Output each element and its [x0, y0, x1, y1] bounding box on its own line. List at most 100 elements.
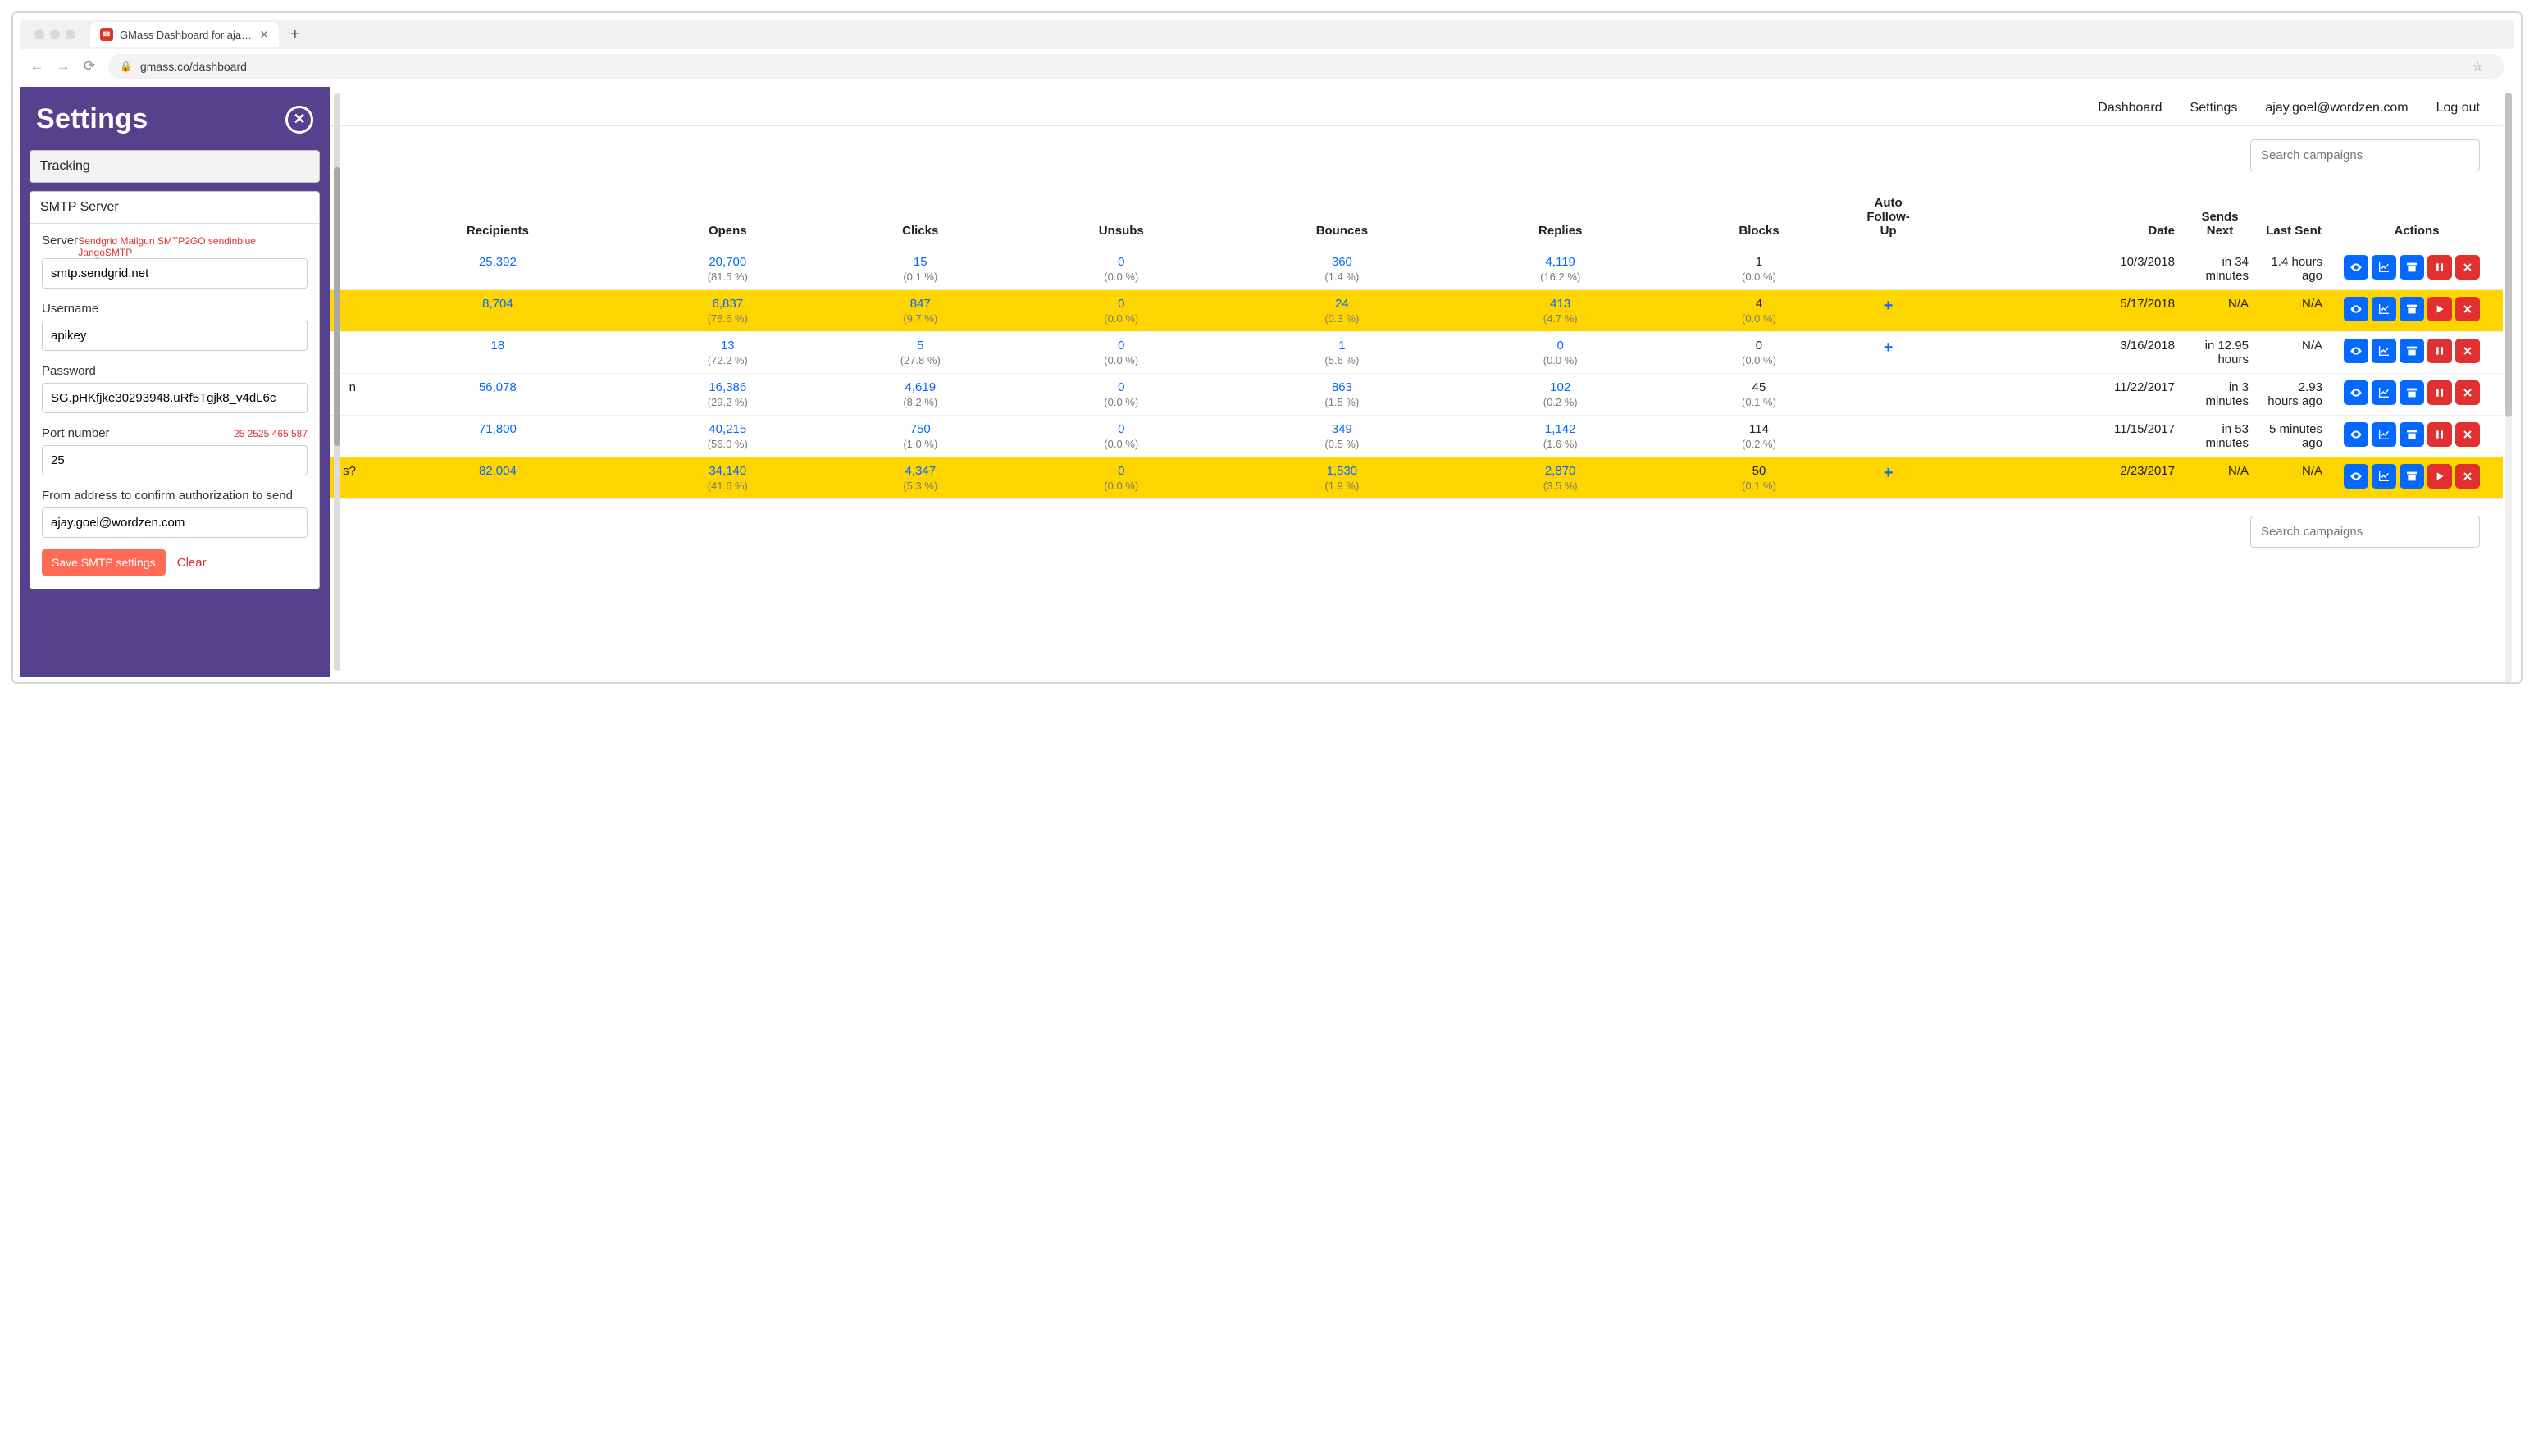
- metric-value[interactable]: 5: [832, 339, 1009, 353]
- action-cancel-icon[interactable]: [2455, 380, 2480, 405]
- metric-value[interactable]: 2,870: [1466, 464, 1654, 478]
- metric-value[interactable]: 4: [1670, 297, 1847, 311]
- th-bounces[interactable]: Bounces: [1226, 188, 1458, 248]
- metric-value[interactable]: 0: [1025, 255, 1218, 269]
- metric-value[interactable]: 40,215: [640, 422, 816, 436]
- metric-value[interactable]: 13: [640, 339, 816, 353]
- table-row[interactable]: 25,39220,700(81.5 %)15(0.1 %)0(0.0 %)360…: [20, 248, 2503, 290]
- metric-value[interactable]: 34,140: [640, 464, 816, 478]
- table-row[interactable]: 1813(72.2 %)5(27.8 %)0(0.0 %)1(5.6 %)0(0…: [20, 332, 2503, 374]
- action-view-icon[interactable]: [2344, 339, 2368, 363]
- metric-value[interactable]: 8,704: [372, 297, 623, 311]
- action-pause-icon[interactable]: [2427, 339, 2452, 363]
- action-report-icon[interactable]: [2372, 339, 2396, 363]
- th-blocks[interactable]: Blocks: [1662, 188, 1855, 248]
- metric-value[interactable]: 15: [832, 255, 1009, 269]
- traffic-light-min[interactable]: [50, 30, 60, 39]
- auto-follow-up-add[interactable]: +: [1884, 297, 1894, 315]
- input-from-address[interactable]: [42, 507, 308, 538]
- th-sends-next[interactable]: Sends Next: [2183, 188, 2257, 248]
- th-auto-follow-up[interactable]: Auto Follow-Up: [1856, 188, 1921, 248]
- nav-user-email[interactable]: ajay.goel@wordzen.com: [2265, 101, 2408, 116]
- search-campaigns-input[interactable]: [2250, 139, 2480, 171]
- th-unsubs[interactable]: Unsubs: [1017, 188, 1226, 248]
- table-row[interactable]: 71,80040,215(56.0 %)750(1.0 %)0(0.0 %)34…: [20, 416, 2503, 457]
- metric-value[interactable]: 16,386: [640, 380, 816, 394]
- metric-value[interactable]: 0: [1670, 339, 1847, 353]
- metric-value[interactable]: 1: [1670, 255, 1847, 269]
- metric-value[interactable]: 71,800: [372, 422, 623, 436]
- action-view-icon[interactable]: [2344, 255, 2368, 280]
- nav-dashboard[interactable]: Dashboard: [2098, 101, 2162, 116]
- metric-value[interactable]: 413: [1466, 297, 1654, 311]
- bookmark-star-icon[interactable]: ☆: [2472, 59, 2483, 74]
- metric-value[interactable]: 1,530: [1234, 464, 1450, 478]
- metric-value[interactable]: 4,119: [1466, 255, 1654, 269]
- metric-value[interactable]: 0: [1466, 339, 1654, 353]
- metric-value[interactable]: 360: [1234, 255, 1450, 269]
- action-cancel-icon[interactable]: [2455, 339, 2480, 363]
- metric-value[interactable]: 0: [1025, 464, 1218, 478]
- nav-forward-icon[interactable]: →: [56, 58, 71, 75]
- nav-logout[interactable]: Log out: [2436, 101, 2480, 116]
- table-row[interactable]: s?82,00434,140(41.6 %)4,347(5.3 %)0(0.0 …: [20, 457, 2503, 499]
- action-view-icon[interactable]: [2344, 380, 2368, 405]
- new-tab-button[interactable]: +: [279, 25, 312, 44]
- metric-value[interactable]: 0: [1025, 422, 1218, 436]
- metric-value[interactable]: 114: [1670, 422, 1847, 436]
- action-report-icon[interactable]: [2372, 255, 2396, 280]
- metric-value[interactable]: 18: [372, 339, 623, 353]
- nav-back-icon[interactable]: ←: [30, 58, 44, 75]
- metric-value[interactable]: 6,837: [640, 297, 816, 311]
- action-archive-icon[interactable]: [2400, 464, 2424, 489]
- th-last-sent[interactable]: Last Sent: [2257, 188, 2331, 248]
- metric-value[interactable]: 750: [832, 422, 1009, 436]
- action-pause-icon[interactable]: [2427, 422, 2452, 447]
- settings-scrollbar[interactable]: [334, 93, 340, 671]
- metric-value[interactable]: 847: [832, 297, 1009, 311]
- metric-value[interactable]: 20,700: [640, 255, 816, 269]
- metric-value[interactable]: 82,004: [372, 464, 623, 478]
- action-archive-icon[interactable]: [2400, 422, 2424, 447]
- nav-settings[interactable]: Settings: [2190, 101, 2238, 116]
- th-recipients[interactable]: Recipients: [364, 188, 631, 248]
- traffic-light-max[interactable]: [66, 30, 75, 39]
- metric-value[interactable]: 1,142: [1466, 422, 1654, 436]
- metric-value[interactable]: 50: [1670, 464, 1847, 478]
- input-password[interactable]: [42, 383, 308, 413]
- action-cancel-icon[interactable]: [2455, 297, 2480, 321]
- th-replies[interactable]: Replies: [1458, 188, 1662, 248]
- action-pause-icon[interactable]: [2427, 255, 2452, 280]
- th-date[interactable]: Date: [1921, 188, 2183, 248]
- action-cancel-icon[interactable]: [2455, 255, 2480, 280]
- action-report-icon[interactable]: [2372, 380, 2396, 405]
- nav-reload-icon[interactable]: ⟳: [82, 58, 97, 75]
- metric-value[interactable]: 0: [1025, 380, 1218, 394]
- input-port[interactable]: [42, 445, 308, 475]
- action-play-icon[interactable]: [2427, 464, 2452, 489]
- action-play-icon[interactable]: [2427, 297, 2452, 321]
- input-username[interactable]: [42, 321, 308, 351]
- action-cancel-icon[interactable]: [2455, 422, 2480, 447]
- page-scrollbar[interactable]: [2505, 93, 2512, 683]
- metric-value[interactable]: 0: [1025, 297, 1218, 311]
- metric-value[interactable]: 4,619: [832, 380, 1009, 394]
- table-row[interactable]: n56,07816,386(29.2 %)4,619(8.2 %)0(0.0 %…: [20, 374, 2503, 416]
- save-smtp-button[interactable]: Save SMTP settings: [42, 549, 166, 576]
- metric-value[interactable]: 56,078: [372, 380, 623, 394]
- metric-value[interactable]: 1: [1234, 339, 1450, 353]
- action-archive-icon[interactable]: [2400, 339, 2424, 363]
- th-clicks[interactable]: Clicks: [824, 188, 1017, 248]
- th-opens[interactable]: Opens: [631, 188, 824, 248]
- action-view-icon[interactable]: [2344, 422, 2368, 447]
- metric-value[interactable]: 102: [1466, 380, 1654, 394]
- metric-value[interactable]: 24: [1234, 297, 1450, 311]
- browser-tab[interactable]: ✉ GMass Dashboard for ajay.goe ✕: [90, 22, 279, 47]
- action-archive-icon[interactable]: [2400, 380, 2424, 405]
- search-campaigns-input-bottom[interactable]: [2250, 516, 2480, 548]
- metric-value[interactable]: 25,392: [372, 255, 623, 269]
- accordion-tracking[interactable]: Tracking: [30, 150, 320, 183]
- action-view-icon[interactable]: [2344, 464, 2368, 489]
- action-report-icon[interactable]: [2372, 297, 2396, 321]
- server-hints[interactable]: Sendgrid Mailgun SMTP2GO sendinblue Jang…: [78, 235, 308, 258]
